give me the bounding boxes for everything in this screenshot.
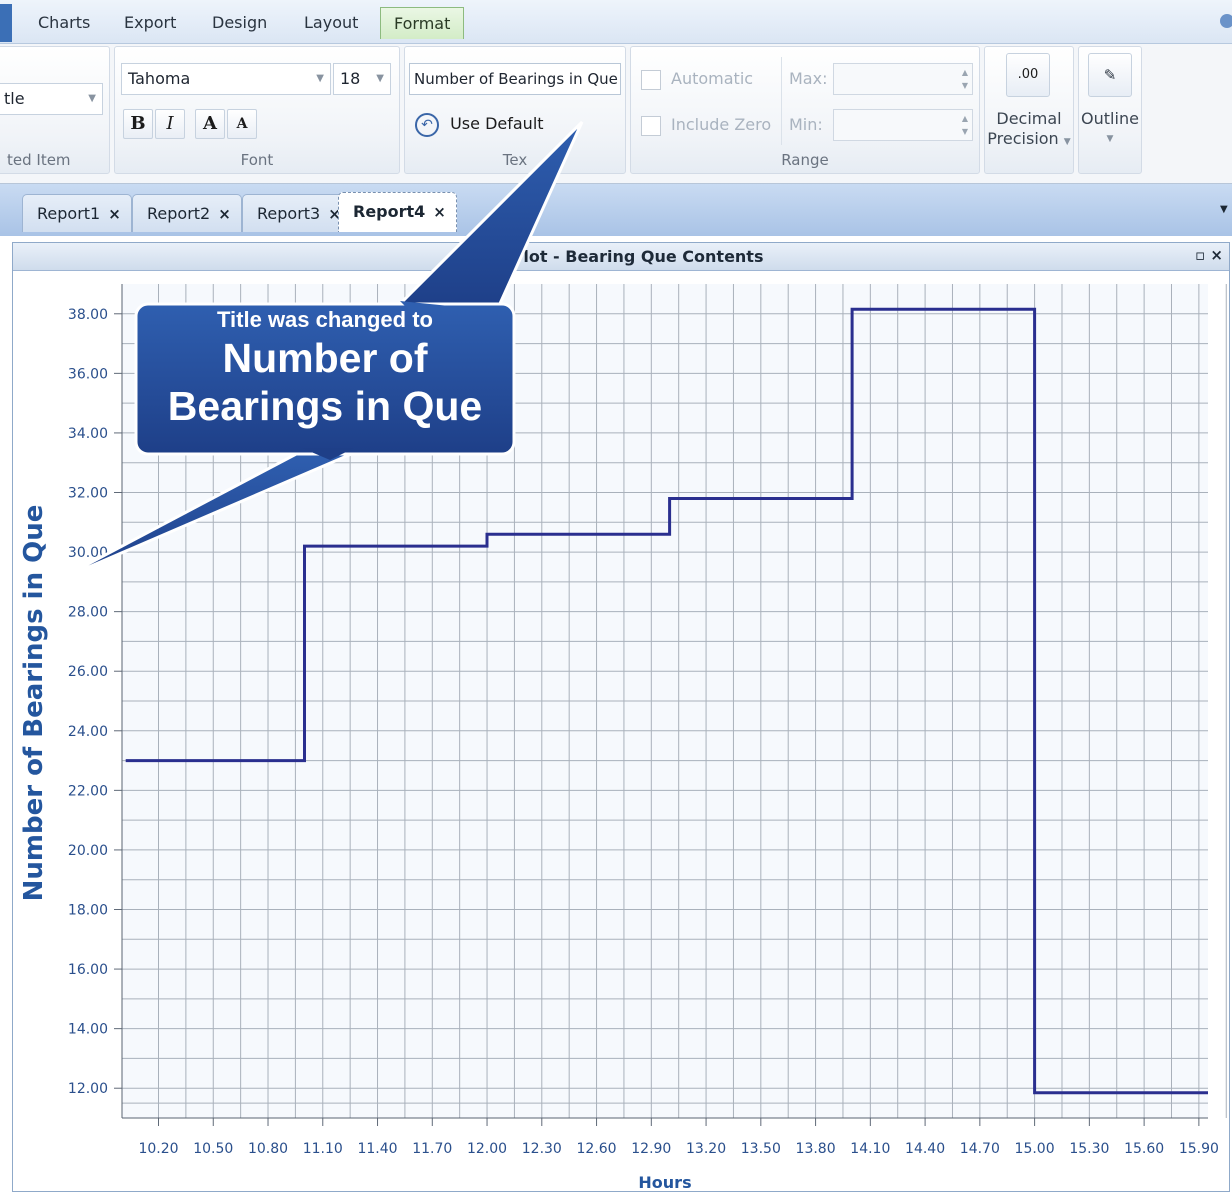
x-tick-label: 10.50 [193,1141,233,1157]
x-tick-label: 11.40 [357,1141,397,1157]
y-tick-label: 32.00 [68,486,108,502]
x-tick-label: 12.60 [577,1141,617,1157]
x-tick-label: 12.30 [522,1141,562,1157]
x-tick-label: 10.20 [138,1141,178,1157]
x-tick-label: 13.50 [741,1141,781,1157]
y-tick-label: 36.00 [68,366,108,382]
x-tick-label: 13.20 [686,1141,726,1157]
y-tick-label: 16.00 [68,962,108,978]
y-tick-label: 24.00 [68,724,108,740]
x-axis-title: Hours [638,1173,691,1192]
y-tick-label: 30.00 [68,545,108,561]
y-tick-label: 34.00 [68,426,108,442]
y-tick-label: 20.00 [68,843,108,859]
x-tick-label: 15.60 [1124,1141,1164,1157]
x-tick-label: 14.40 [905,1141,945,1157]
x-tick-label: 11.10 [303,1141,343,1157]
x-tick-label: 15.90 [1179,1141,1219,1157]
x-tick-label: 11.70 [412,1141,452,1157]
callout-headline-line1: Number of [222,335,428,381]
x-tick-label: 15.00 [1015,1141,1055,1157]
x-tick-label: 10.80 [248,1141,288,1157]
y-tick-label: 26.00 [68,664,108,680]
callout-text: Title was changed to Number of Bearings … [140,306,510,430]
x-tick-label: 14.10 [850,1141,890,1157]
callout-caption: Title was changed to [217,307,433,332]
callout-headline-line2: Bearings in Que [167,383,483,429]
x-tick-label: 12.00 [467,1141,507,1157]
y-tick-label: 38.00 [68,307,108,323]
y-tick-label: 28.00 [68,605,108,621]
x-tick-label: 13.80 [796,1141,836,1157]
x-tick-label: 15.30 [1069,1141,1109,1157]
step-plot-chart: 10.20 10.50 10.80 11.10 11.40 11.70 12.00 12.30… [68,284,1227,1192]
y-tick-label: 12.00 [68,1081,108,1097]
callout-headline: Number of Bearings in Que [140,334,510,430]
y-axis-title: Number of Bearings in Que [19,504,49,902]
y-tick-label: 18.00 [68,903,108,919]
x-tick-label: 14.70 [960,1141,1000,1157]
y-tick-label: 14.00 [68,1022,108,1038]
x-tick-label: 12.90 [631,1141,671,1157]
y-tick-label: 22.00 [68,783,108,799]
